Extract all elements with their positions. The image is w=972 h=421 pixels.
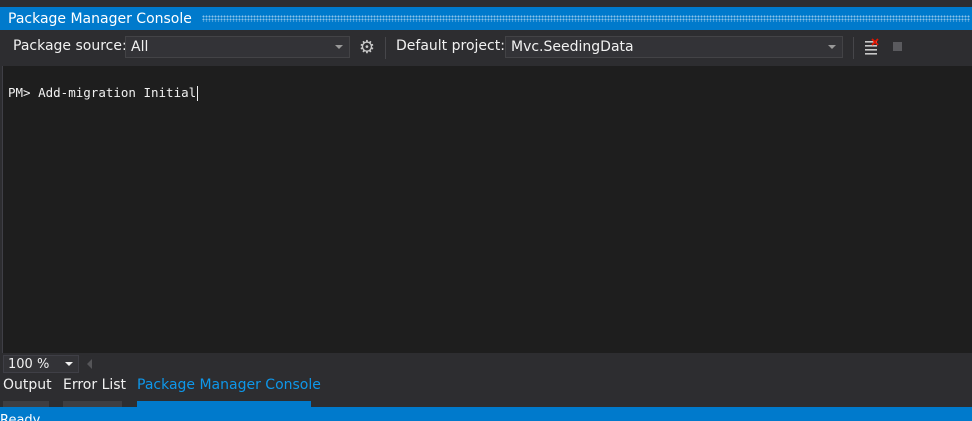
console-output[interactable]: PM> Add-migration Initial xyxy=(2,66,972,353)
zoom-dropdown[interactable]: 100 % xyxy=(3,355,79,373)
chevron-down-icon xyxy=(65,362,73,366)
top-edge xyxy=(0,0,972,7)
tab-label: Package Manager Console xyxy=(137,377,321,393)
bottom-tab-strip: Output Error List Package Manager Consol… xyxy=(0,374,972,407)
status-bar: Ready xyxy=(0,407,972,421)
gear-icon[interactable]: ⚙ xyxy=(357,38,377,58)
default-project-value: Mvc.SeedingData xyxy=(511,39,634,55)
tab-package-manager-console[interactable]: Package Manager Console xyxy=(137,377,321,407)
default-project-label: Default project: xyxy=(396,38,505,54)
text-caret xyxy=(197,86,199,101)
tab-output[interactable]: Output xyxy=(3,377,52,407)
package-source-label: Package source: xyxy=(13,38,127,54)
package-source-value: All xyxy=(131,39,149,55)
stop-icon[interactable] xyxy=(893,42,902,51)
title-bar-grip[interactable] xyxy=(201,15,970,22)
chevron-down-icon xyxy=(335,45,343,49)
toolbar-separator xyxy=(385,37,386,59)
tab-error-list[interactable]: Error List xyxy=(63,377,126,407)
scroll-left-icon[interactable] xyxy=(87,359,92,369)
console-toolbar: Package source: All ⚙ Default project: M… xyxy=(0,33,972,63)
zoom-value: 100 % xyxy=(8,356,50,372)
console-prompt: PM> xyxy=(8,85,31,100)
tab-label: Error List xyxy=(63,377,127,393)
tool-window-title: Package Manager Console xyxy=(8,10,192,27)
tool-window-title-bar[interactable]: Package Manager Console xyxy=(0,7,972,30)
toolbar-separator xyxy=(853,37,854,59)
status-text: Ready xyxy=(0,413,41,421)
zoom-bar: 100 % xyxy=(0,353,972,374)
console-command: Add-migration Initial xyxy=(38,85,197,100)
default-project-dropdown[interactable]: Mvc.SeedingData xyxy=(505,36,843,58)
chevron-down-icon xyxy=(828,45,836,49)
console-line: PM> Add-migration Initial xyxy=(8,85,199,101)
package-source-dropdown[interactable]: All xyxy=(125,36,350,58)
tab-label: Output xyxy=(3,377,52,393)
clear-console-icon[interactable] xyxy=(863,38,881,56)
